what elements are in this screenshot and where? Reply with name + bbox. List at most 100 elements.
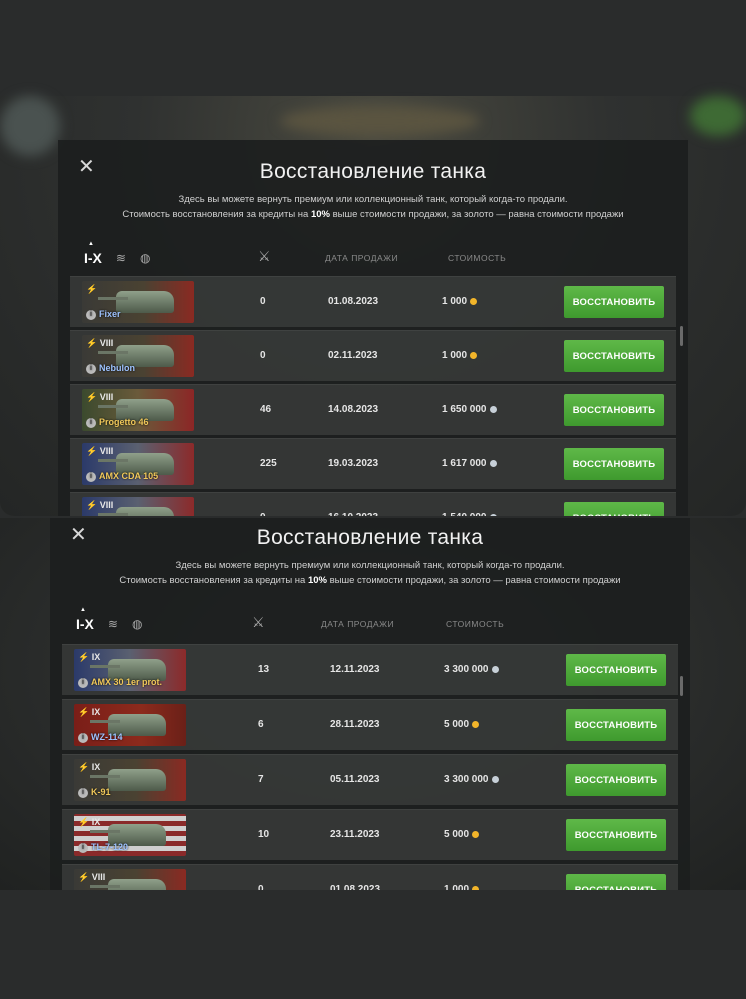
tank-level: ⚡ IX xyxy=(78,652,101,662)
battles-count: 0 xyxy=(260,493,266,516)
sale-date: 01.08.2023 xyxy=(328,296,379,307)
collection-badge-icon: i xyxy=(78,843,88,853)
gold-coin-icon xyxy=(470,297,478,305)
dialog-title: Восстановление танка xyxy=(256,526,484,549)
restore-cost: 1 650 000 xyxy=(442,385,497,435)
battles-count: 0 xyxy=(260,296,266,307)
tank-level: ⚡ VIII xyxy=(86,446,114,456)
tank-name: i WZ-114 xyxy=(78,732,123,743)
tank-type-filter-icon[interactable]: ≋ xyxy=(108,617,118,631)
restore-button[interactable]: ВОССТАНОВИТЬ xyxy=(564,502,664,516)
sale-date: 19.03.2023 xyxy=(328,458,379,469)
tank-name: i AMX 30 1er prot. xyxy=(78,677,162,688)
filter-bar: I-X ≋ ◍ xyxy=(76,607,142,632)
tank-row: ⚡ IX i K-91 7 05.11.2023 3 300 000 ВОССТА… xyxy=(62,754,678,805)
tank-name: i Progetto 46 xyxy=(86,417,149,428)
tank-thumbnail: ⚡ IX i TL-7-120 xyxy=(74,814,186,856)
restore-button[interactable]: ВОССТАНОВИТЬ xyxy=(564,340,664,372)
dialog-description: Здесь вы можете вернуть премиум или колл… xyxy=(58,192,688,222)
sale-date: 05.11.2023 xyxy=(330,774,380,785)
column-header-cost[interactable]: СТОИМОСТЬ xyxy=(448,253,506,263)
silver-coin-icon xyxy=(491,775,499,783)
battles-count: 10 xyxy=(258,829,270,840)
collection-badge-icon: i xyxy=(78,678,88,688)
restore-cost: 1 000 xyxy=(442,331,478,381)
tank-row: ⚡ IX i TL-7-120 10 23.11.2023 5 000 ВОССТ… xyxy=(62,809,678,860)
battles-crossed-swords-icon[interactable]: ⚔ xyxy=(252,614,265,631)
tank-image xyxy=(90,879,166,890)
tier-filter[interactable]: I-X xyxy=(84,241,102,266)
sale-date: 14.08.2023 xyxy=(328,404,379,415)
tank-row: ⚡ VIII i Progetto 46 46 14.08.2023 1 650 … xyxy=(70,384,676,435)
tank-thumbnail: ⚡ VIII i Progetto 46 xyxy=(82,389,194,431)
battles-count: 0 xyxy=(258,884,264,890)
tank-level: ⚡ IX xyxy=(78,707,101,717)
description-line-1: Здесь вы можете вернуть премиум или колл… xyxy=(178,194,568,205)
nation-filter-globe-icon[interactable]: ◍ xyxy=(132,617,142,631)
tank-thumbnail: ⚡ IX i WZ-114 xyxy=(74,704,186,746)
restore-cost: 5 000 xyxy=(444,810,480,860)
restore-tank-dialog-2: ✕ Восстановление танка Здесь вы можете в… xyxy=(50,518,690,890)
description-line-1: Здесь вы можете вернуть премиум или колл… xyxy=(175,560,565,571)
tank-thumbnail: ⚡ IX i AMX 30 1er prot. xyxy=(74,649,186,691)
restore-button[interactable]: ВОССТАНОВИТЬ xyxy=(566,819,666,851)
dialog-title: Восстановление танка xyxy=(259,160,487,183)
restore-tank-dialog-1: ✕ Восстановление танка Здесь вы можете в… xyxy=(58,140,688,516)
tank-thumbnail: ⚡ VIII i Nebulon xyxy=(82,335,194,377)
battles-count: 13 xyxy=(258,664,270,675)
restore-button[interactable]: ВОССТАНОВИТЬ xyxy=(566,874,666,890)
tank-row: ⚡ VIII iLorraine 40 t 0 16.10.2023 1 540… xyxy=(70,492,676,516)
restore-button[interactable]: ВОССТАНОВИТЬ xyxy=(564,394,664,426)
scrollbar[interactable] xyxy=(680,676,683,696)
scrollbar[interactable] xyxy=(680,326,683,346)
tank-level: ⚡ VIII xyxy=(86,500,114,510)
tank-name: i Fixer xyxy=(86,309,121,320)
tank-thumbnail: ⚡ VIII i AMX CDA 105 xyxy=(82,443,194,485)
restore-button[interactable]: ВОССТАНОВИТЬ xyxy=(566,709,666,741)
filter-bar: I-X ≋ ◍ xyxy=(84,241,150,266)
column-header-date[interactable]: ДАТА ПРОДАЖИ xyxy=(321,619,394,629)
collection-badge-icon: i xyxy=(86,310,96,320)
gold-coin-icon xyxy=(470,351,478,359)
tank-image xyxy=(90,769,166,791)
nation-filter-globe-icon[interactable]: ◍ xyxy=(140,251,150,265)
tank-name: i AMX CDA 105 xyxy=(86,471,158,482)
tier-filter[interactable]: I-X xyxy=(76,607,94,632)
tank-name: i Nebulon xyxy=(86,363,135,374)
tank-image xyxy=(98,291,174,313)
battles-count: 0 xyxy=(260,350,266,361)
tank-name: i K-91 xyxy=(78,787,111,798)
gold-coin-icon xyxy=(472,885,480,890)
column-header-date[interactable]: ДАТА ПРОДАЖИ xyxy=(325,253,398,263)
tank-row: ⚡ VIII i 0 01.08.2023 1 000 ВОССТАНОВИТЬ xyxy=(62,864,678,890)
tank-thumbnail: ⚡ VIII i xyxy=(74,869,186,890)
dialog-description: Здесь вы можете вернуть премиум или колл… xyxy=(50,558,690,588)
restore-cost: 1 540 000 xyxy=(442,493,497,516)
sale-date: 01.08.2023 xyxy=(330,884,381,890)
sale-date: 02.11.2023 xyxy=(328,350,378,361)
gold-coin-icon xyxy=(472,830,480,838)
tank-level: ⚡ VIII xyxy=(78,872,106,882)
silver-coin-icon xyxy=(491,665,499,673)
collection-badge-icon: i xyxy=(86,418,96,428)
collection-badge-icon: i xyxy=(78,788,88,798)
restore-button[interactable]: ВОССТАНОВИТЬ xyxy=(564,286,664,318)
tank-level: ⚡ xyxy=(86,284,98,294)
collection-badge-icon: i xyxy=(78,733,88,743)
silver-coin-icon xyxy=(489,513,497,516)
tank-type-filter-icon[interactable]: ≋ xyxy=(116,251,126,265)
restore-cost: 3 300 000 xyxy=(444,645,499,695)
battles-crossed-swords-icon[interactable]: ⚔ xyxy=(258,248,271,265)
tank-level: ⚡ VIII xyxy=(86,392,114,402)
restore-button[interactable]: ВОССТАНОВИТЬ xyxy=(566,764,666,796)
column-header-cost[interactable]: СТОИМОСТЬ xyxy=(446,619,504,629)
battles-count: 225 xyxy=(260,458,277,469)
restore-cost: 1 617 000 xyxy=(442,439,497,489)
collection-badge-icon: i xyxy=(86,472,96,482)
restore-button[interactable]: ВОССТАНОВИТЬ xyxy=(566,654,666,686)
sale-date: 28.11.2023 xyxy=(330,719,380,730)
description-line-2: Стоимость восстановления за кредиты на 1… xyxy=(122,209,624,220)
tank-level: ⚡ VIII xyxy=(86,338,114,348)
restore-button[interactable]: ВОССТАНОВИТЬ xyxy=(564,448,664,480)
tank-row: ⚡ IX i AMX 30 1er prot. 13 12.11.2023 3 3… xyxy=(62,644,678,695)
